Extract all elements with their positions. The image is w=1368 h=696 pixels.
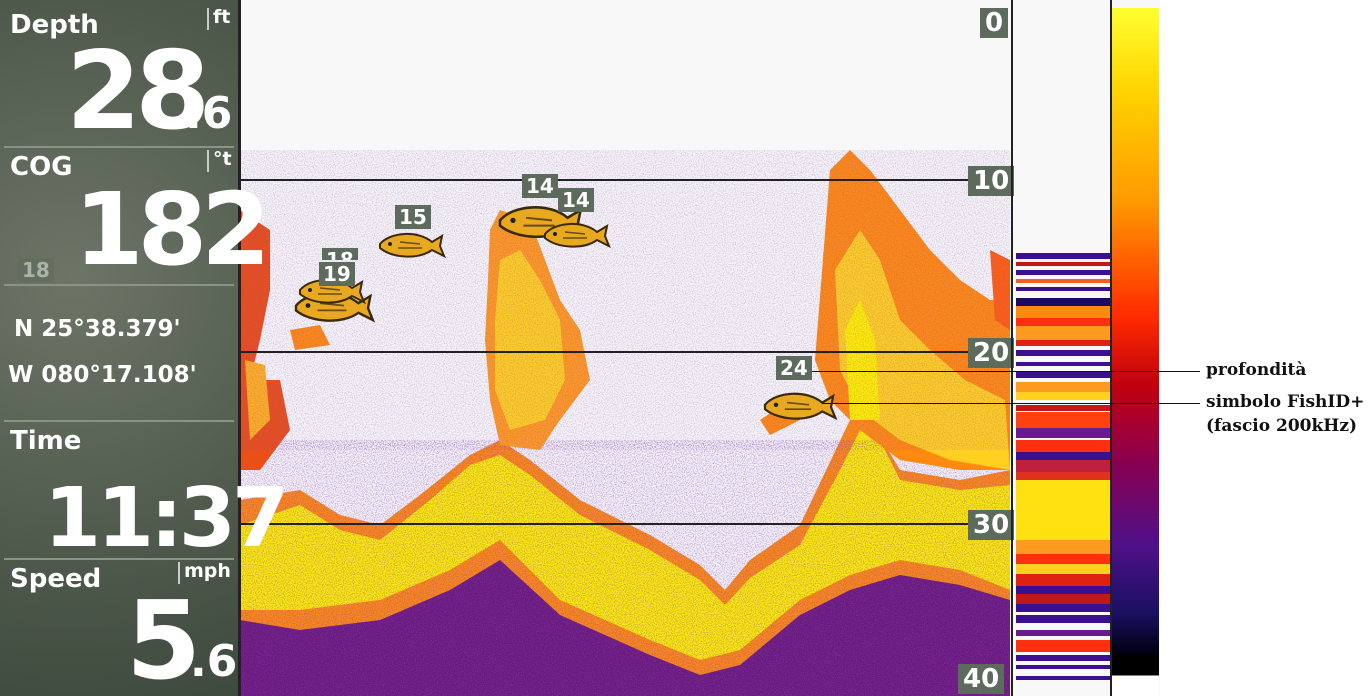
annotation-leader-fish	[822, 403, 1200, 404]
fish-depth-label: 18	[18, 258, 54, 282]
depth-scale-label: 0	[980, 8, 1009, 38]
longitude: W 080°17.108'	[8, 362, 197, 388]
annotation-fish-beam: (fascio 200kHz)	[1206, 416, 1358, 436]
depth-scale-label: 10	[968, 166, 1015, 196]
depth-unit: ft	[213, 6, 231, 28]
panel-divider	[4, 284, 234, 286]
cog-unit: °t	[213, 148, 232, 170]
depth-value: 28	[66, 29, 210, 154]
bottom-return	[240, 420, 1010, 696]
depth-gridline-20	[240, 351, 1010, 353]
palette-border	[1110, 0, 1112, 696]
fish-depth-label: 14	[522, 174, 558, 198]
depth-gridline-30	[240, 523, 1010, 525]
latitude: N 25°38.379'	[14, 316, 181, 342]
annotation-depth: profondità	[1206, 360, 1307, 380]
flasher-border	[1011, 0, 1013, 696]
sonar-screen: 0 10 20 30 40 15 19 18 14 14 24 Depth ft…	[0, 0, 1160, 696]
speed-value-decimal: .6	[190, 636, 238, 687]
fish-depth-label: 24	[776, 356, 812, 380]
cog-label: COG	[10, 152, 73, 182]
depth-scale-label: 30	[968, 510, 1015, 540]
unit-divider	[207, 8, 209, 30]
depth-value-decimal: .6	[185, 88, 233, 139]
data-overlay-panel: Depth ft 28 .6 COG °t 182 N 25°38.379' W…	[0, 0, 289, 696]
panel-divider	[4, 420, 234, 422]
time-value: 11:37	[44, 471, 289, 566]
depth-gridline-10	[240, 179, 1010, 181]
fish-depth-label: 19	[319, 262, 355, 286]
unit-divider	[207, 150, 209, 172]
depth-scale-label: 20	[968, 338, 1015, 368]
annotation-leader-depth	[812, 371, 1200, 372]
speed-value: 5	[126, 579, 201, 696]
cog-value: 182	[74, 171, 271, 288]
fish-depth-label: 15	[395, 205, 431, 229]
time-label: Time	[10, 426, 82, 456]
panel-divider	[4, 146, 234, 148]
color-palette-bar	[1112, 8, 1159, 696]
fish-depth-label: 14	[558, 188, 594, 212]
speed-label: Speed	[10, 564, 102, 594]
flasher-bar	[1013, 0, 1110, 696]
depth-scale-label: 40	[958, 664, 1005, 694]
annotation-fish-symbol: simbolo FishID+	[1206, 392, 1365, 412]
fish-depth-label: 18	[322, 248, 358, 260]
